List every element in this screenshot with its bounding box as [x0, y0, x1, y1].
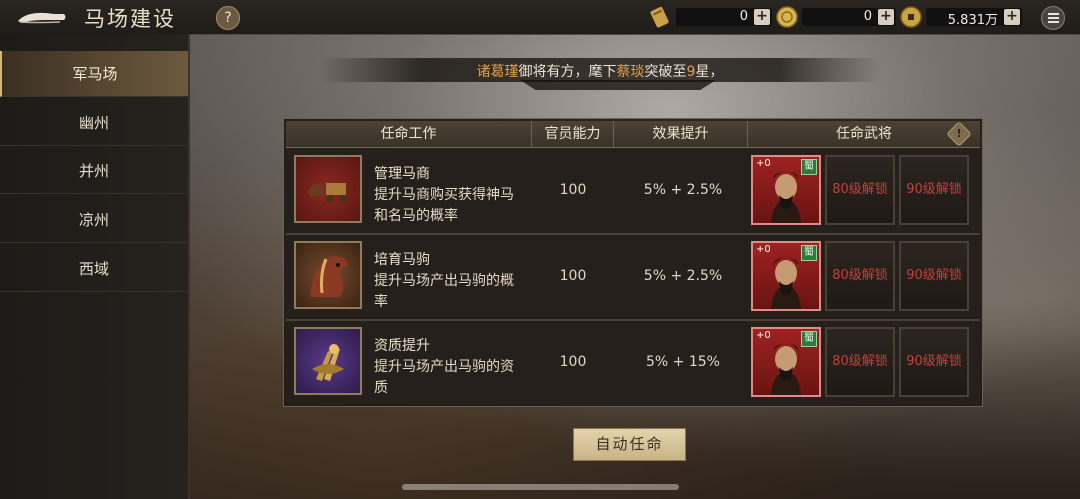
horse-breeding-icon	[294, 241, 362, 309]
notification-banner: 诸葛瑾御将有方，麾下蔡琰突破至9星，	[320, 58, 880, 82]
locked-slot[interactable]: 80级解锁	[825, 241, 895, 311]
ability-value: 100	[559, 354, 587, 370]
banner-text: 诸葛瑾御将有方，麾下蔡琰突破至9星，	[320, 61, 880, 81]
table-row: 资质提升 提升马场产出马驹的资质 100 5% + 15% +0 蜀 80级解锁…	[286, 321, 980, 405]
sidebar-item-military-horse-farm[interactable]: 军马场	[0, 51, 188, 97]
header-ability: 官员能力	[532, 121, 614, 147]
copper-value: 5.831万	[947, 13, 998, 28]
job-description: 提升马场产出马驹的资质	[374, 359, 514, 396]
sidebar-item-youzhou[interactable]: 幽州	[0, 100, 188, 146]
top-bar: 马场建设 ? 0 + 0 + 5.831万 +	[0, 0, 1080, 35]
header-effect: 效果提升	[614, 121, 748, 147]
job-name: 资质提升	[374, 338, 430, 354]
effect-value: 5% + 2.5%	[643, 268, 723, 284]
help-button[interactable]: ?	[216, 6, 240, 30]
locked-slot[interactable]: 90级解锁	[899, 241, 969, 311]
faction-badge: 蜀	[801, 331, 817, 347]
faction-badge: 蜀	[801, 159, 817, 175]
add-scroll-button[interactable]: +	[754, 9, 770, 25]
header-general: 任命武将	[836, 126, 892, 142]
sidebar-item-liangzhou[interactable]: 凉州	[0, 197, 188, 243]
scroll-icon	[650, 6, 669, 28]
gold-value: 0	[863, 9, 872, 24]
back-arrow-icon[interactable]	[14, 6, 68, 28]
job-description: 提升马商购买获得神马和名马的概率	[374, 187, 514, 224]
wheat-bundle-icon	[312, 344, 344, 381]
banner-officer-name: 蔡琰	[616, 64, 645, 80]
menu-icon-line	[1048, 21, 1059, 23]
general-level: +0	[756, 158, 771, 169]
gold-counter: 0 +	[802, 8, 896, 26]
horse-trade-icon	[294, 155, 362, 223]
horse-head-icon	[310, 256, 348, 297]
header-job: 任命工作	[286, 121, 532, 147]
table-header: 任命工作 官员能力 效果提升 任命武将 !	[286, 121, 980, 148]
ability-value: 100	[559, 268, 587, 284]
add-gold-button[interactable]: +	[878, 9, 894, 25]
banner-text-part: 御将有方，麾下	[518, 64, 617, 80]
sort-icon: !	[956, 127, 962, 140]
effect-value: 5% + 2.5%	[643, 182, 723, 198]
general-level: +0	[756, 244, 771, 255]
locked-slot[interactable]: 80级解锁	[825, 155, 895, 225]
banner-text-part: 星，	[695, 64, 724, 80]
region-sidebar: 军马场 幽州 并州 凉州 西域	[0, 34, 190, 499]
copper-coin-icon	[900, 6, 922, 28]
menu-button[interactable]	[1041, 6, 1065, 30]
menu-icon	[1048, 13, 1059, 15]
banner-text-part: 突破至	[644, 64, 687, 80]
table-row: 管理马商 提升马商购买获得神马和名马的概率 100 5% + 2.5% +0 蜀…	[286, 149, 980, 235]
gold-coin-icon	[776, 6, 798, 28]
page-title: 马场建设	[84, 7, 176, 31]
scroll-value: 0	[739, 9, 748, 24]
menu-icon-line	[1048, 17, 1059, 19]
effect-value: 5% + 15%	[646, 354, 720, 370]
banner-general-name: 诸葛瑾	[476, 64, 519, 80]
job-description: 提升马场产出马驹的概率	[374, 273, 514, 310]
job-name: 管理马商	[374, 166, 430, 182]
table-row: 培育马驹 提升马场产出马驹的概率 100 5% + 2.5% +0 蜀 80级解…	[286, 235, 980, 321]
quality-boost-icon	[294, 327, 362, 395]
home-indicator[interactable]	[402, 484, 679, 490]
locked-slot[interactable]: 90级解锁	[899, 327, 969, 397]
auto-appoint-button[interactable]: 自动任命	[573, 428, 686, 461]
sidebar-item-xiyu[interactable]: 西域	[0, 246, 188, 292]
locked-slot[interactable]: 90级解锁	[899, 155, 969, 225]
appointment-table: 任命工作 官员能力 效果提升 任命武将 ! 管理马商 提升马商购买获得神马和名马…	[283, 118, 983, 407]
add-copper-button[interactable]: +	[1004, 9, 1020, 25]
general-level: +0	[756, 330, 771, 341]
horse-cart-icon	[308, 183, 347, 203]
scroll-counter: 0 +	[676, 8, 772, 26]
general-card[interactable]: +0 蜀	[751, 155, 821, 225]
job-name: 培育马驹	[374, 252, 430, 268]
copper-counter: 5.831万 +	[926, 8, 1022, 28]
general-card[interactable]: +0 蜀	[751, 241, 821, 311]
general-card[interactable]: +0 蜀	[751, 327, 821, 397]
faction-badge: 蜀	[801, 245, 817, 261]
ability-value: 100	[559, 182, 587, 198]
locked-slot[interactable]: 80级解锁	[825, 327, 895, 397]
sidebar-item-bingzhou[interactable]: 并州	[0, 148, 188, 194]
